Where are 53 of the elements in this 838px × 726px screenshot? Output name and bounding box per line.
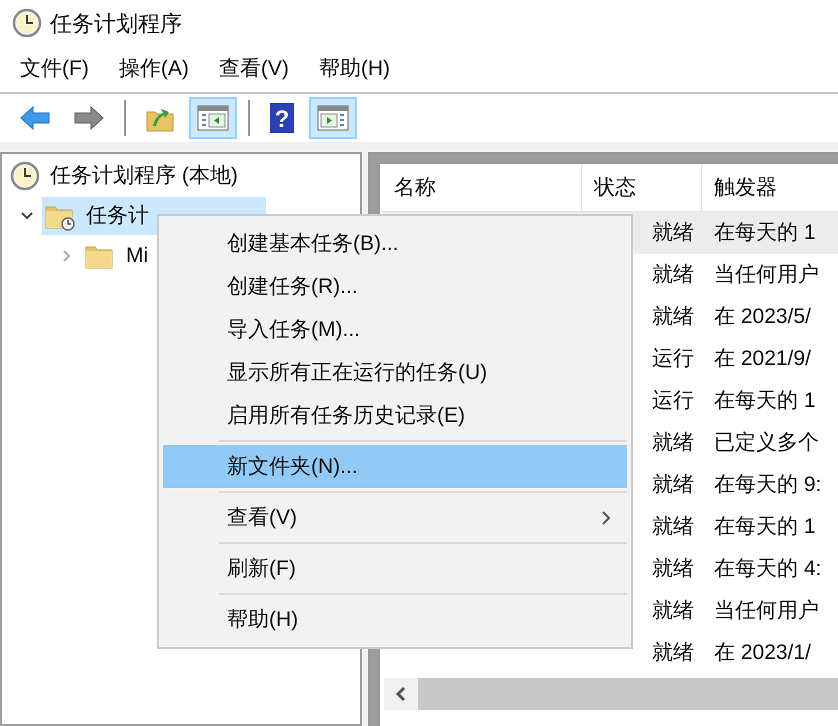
help-icon: ? xyxy=(269,102,295,134)
clock-icon xyxy=(10,161,40,191)
scroll-left-icon[interactable] xyxy=(395,686,407,702)
table-cell-text: 就绪 xyxy=(651,262,695,288)
action-pane-icon xyxy=(317,104,349,132)
tree-item[interactable]: Mi xyxy=(82,237,156,275)
console-tree-icon xyxy=(197,104,229,132)
context-menu-item[interactable]: 显示所有正在运行的任务(U) xyxy=(163,351,627,394)
menu-item[interactable]: 帮助(H) xyxy=(306,49,402,89)
table-cell-text: 就绪 xyxy=(651,220,695,246)
table-cell-text: 就绪 xyxy=(651,430,695,456)
table-cell-text: 就绪 xyxy=(651,598,695,624)
window-title: 任务计划程序 xyxy=(50,10,182,38)
table-cell-text: 就绪 xyxy=(651,304,695,330)
table-cell-text: 在每天的 1 xyxy=(713,388,817,414)
menu-item[interactable]: 查看(V) xyxy=(206,49,301,89)
context-menu-item[interactable]: 导入任务(M)... xyxy=(163,308,627,351)
table-cell-text: 在每天的 9: xyxy=(713,472,822,498)
table-cell-text: 当任何用户 xyxy=(713,598,820,624)
menu-item[interactable]: 文件(F) xyxy=(8,49,101,89)
column-header[interactable]: 触发器 xyxy=(702,164,838,211)
table-cell-text: 当任何用户 xyxy=(713,262,820,288)
column-header[interactable]: 名称 xyxy=(382,164,582,211)
tree-item[interactable]: 任务计划程序 (本地) xyxy=(8,157,246,195)
table-cell-text: 已定义多个 xyxy=(713,430,820,456)
horizontal-scrollbar[interactable] xyxy=(384,678,838,710)
clock-icon xyxy=(12,8,42,38)
context-menu-item[interactable]: 帮助(H) xyxy=(163,598,627,641)
table-cell-text: 在 2023/5/ xyxy=(713,304,812,330)
table-cell-text: 在 2023/1/ xyxy=(713,640,812,666)
context-menu-item[interactable]: 启用所有任务历史记录(E) xyxy=(163,394,627,437)
back-arrow-icon xyxy=(19,105,51,131)
toolbar-button[interactable]: ? xyxy=(261,97,303,139)
menu-item[interactable]: 操作(A) xyxy=(106,49,201,89)
table-cell-text: 就绪 xyxy=(651,640,695,666)
context-menu-item[interactable]: 查看(V) xyxy=(163,496,627,539)
table-cell-text: 在 2021/9/ xyxy=(713,346,812,372)
table-cell-text: 运行 xyxy=(651,346,695,372)
forward-arrow-icon xyxy=(73,105,105,131)
table-cell-text: 就绪 xyxy=(651,472,695,498)
table-cell-text: 运行 xyxy=(651,388,695,414)
toolbar-button[interactable] xyxy=(189,97,237,139)
table-cell-text: 在每天的 4: xyxy=(713,556,822,582)
toolbar-button[interactable] xyxy=(309,97,357,139)
column-header[interactable]: 状态 xyxy=(582,164,702,211)
chevron-down-icon[interactable] xyxy=(20,211,34,221)
table-cell-text: 就绪 xyxy=(651,514,695,540)
context-menu-item[interactable]: 创建任务(R)... xyxy=(163,265,627,308)
table-cell-text: 在每天的 1 xyxy=(713,220,817,246)
table-cell-text: 在每天的 1 xyxy=(713,514,817,540)
context-menu-item[interactable]: 刷新(F) xyxy=(163,547,627,590)
context-menu-item[interactable]: 新文件夹(N)... xyxy=(163,445,627,488)
table-cell-text: 就绪 xyxy=(651,556,695,582)
